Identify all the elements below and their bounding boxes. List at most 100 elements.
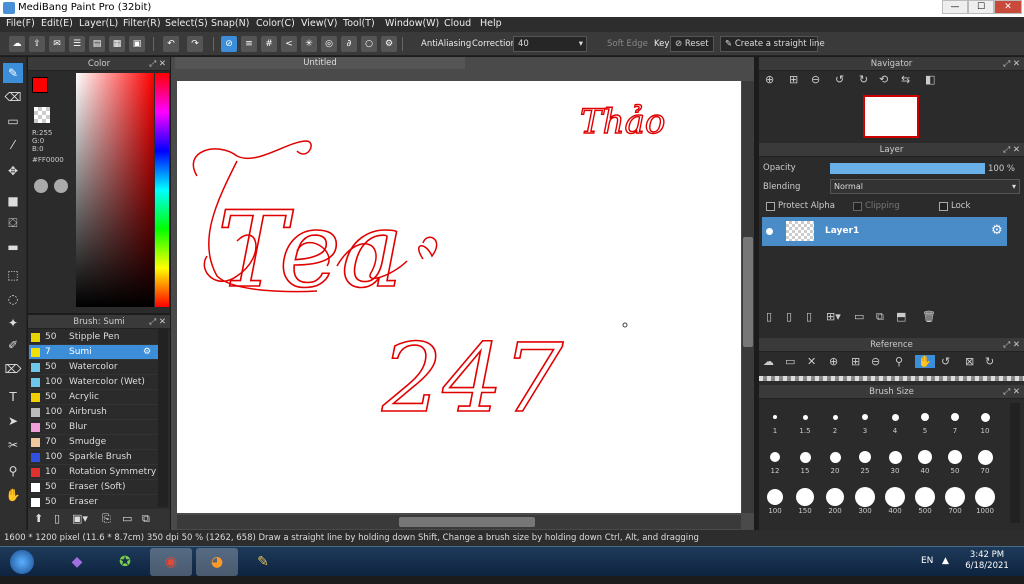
open-file-icon[interactable]: ▭ [785, 355, 795, 368]
blending-select[interactable]: Normal ▾ [830, 179, 1020, 194]
brush-item[interactable]: 100 Airbrush [29, 405, 158, 420]
copy-brush-icon[interactable]: ⎘ [102, 512, 111, 526]
brush-size-option[interactable]: 15 [791, 441, 819, 479]
operation-tool-icon[interactable]: ➤ [3, 411, 23, 431]
dot-tool-icon[interactable]: ⁄ [3, 135, 23, 155]
chrome-icon[interactable]: ◉ [150, 548, 192, 576]
foreground-color-swatch[interactable] [32, 77, 48, 93]
close-icon[interactable]: ⤢ ✕ [1003, 338, 1020, 352]
snap-settings-icon[interactable]: ⚙ [381, 36, 397, 52]
brush-size-option[interactable]: 12 [761, 441, 789, 479]
opacity-slider[interactable] [830, 163, 985, 174]
vanishing-snap-icon[interactable]: < [281, 36, 297, 52]
menu-filter[interactable]: Filter(R) [123, 18, 161, 29]
rotate-right-icon[interactable]: ↻ [859, 73, 868, 86]
flip-icon[interactable]: ⇆ [901, 73, 910, 86]
concentric-snap-icon[interactable]: ◎ [321, 36, 337, 52]
palette-icon[interactable] [34, 179, 48, 193]
clipping-checkbox[interactable] [853, 202, 862, 211]
ref-zoom-out-icon[interactable]: ⊖ [871, 355, 880, 368]
saturation-value-picker[interactable] [76, 73, 154, 307]
rectangle-tool-icon[interactable]: ▭ [3, 111, 23, 131]
rotate-left-icon[interactable]: ↺ [835, 73, 844, 86]
magic-wand-icon[interactable]: ✦ [3, 313, 23, 333]
duplicate-icon[interactable]: ⧉ [142, 512, 150, 526]
brush-item[interactable]: 7 Sumi ⚙ [29, 345, 158, 360]
brush-size-option[interactable]: 1 [761, 401, 789, 439]
cross-snap-icon[interactable]: # [261, 36, 277, 52]
vertical-scrollbar[interactable] [742, 81, 754, 513]
language-indicator[interactable]: EN [921, 556, 933, 566]
zoom-fit-icon[interactable]: ⊞ [789, 73, 798, 86]
drawing-canvas[interactable]: Thảo Tea 247 [177, 81, 741, 513]
horizontal-scrollbar[interactable] [177, 515, 741, 529]
brush-item[interactable]: 50 Stipple Pen [29, 330, 158, 345]
zoom-out-icon[interactable]: ⊖ [811, 73, 820, 86]
brush-item[interactable]: 50 Blur [29, 420, 158, 435]
brush-size-option[interactable]: 20 [821, 441, 849, 479]
brush-size-option[interactable]: 70 [971, 441, 999, 479]
brush-size-option[interactable]: 700 [941, 481, 969, 519]
close-icon[interactable]: ⤢ ✕ [1003, 57, 1020, 71]
select-eraser-icon[interactable]: ⌦ [3, 359, 23, 379]
parallel-snap-icon[interactable]: ≡ [241, 36, 257, 52]
menu-snap[interactable]: Snap(N) [211, 18, 249, 29]
curve-snap-icon[interactable]: ∂ [341, 36, 357, 52]
grid-icon[interactable]: ▣ [129, 36, 145, 52]
close-button[interactable]: ✕ [994, 0, 1022, 14]
clock[interactable]: 3:42 PM 6/18/2021 [962, 550, 1012, 572]
layer-settings-icon[interactable]: ⚙ [991, 223, 1003, 238]
hand-tool-icon[interactable]: ✋ [3, 485, 23, 505]
create-straight-line-button[interactable]: ✎ Create a straight line [720, 36, 825, 52]
tray-arrow-icon[interactable]: ▲ [942, 556, 949, 566]
menu-cloud[interactable]: Cloud [444, 18, 471, 29]
menu-layer[interactable]: Layer(L) [79, 18, 118, 29]
share-icon[interactable]: ⇪ [29, 36, 45, 52]
snap-off-icon[interactable]: ⊘ [221, 36, 237, 52]
new-layer-icon[interactable]: ▯ [766, 310, 772, 323]
brush-type-icon[interactable]: ▣▾ [72, 512, 88, 525]
brush-item[interactable]: 100 Watercolor (Wet) [29, 375, 158, 390]
brush-size-option[interactable]: 5 [911, 401, 939, 439]
duplicate-layer-icon[interactable]: ⧉ [876, 310, 884, 324]
hue-slider[interactable] [155, 73, 169, 307]
brush-item[interactable]: 50 Eraser [29, 495, 158, 507]
zoom-in-icon[interactable]: ⊕ [765, 73, 774, 86]
new-1bit-layer-icon[interactable]: ▯ [806, 310, 812, 323]
horizontal-scroll-thumb[interactable] [399, 517, 535, 527]
delete-layer-icon[interactable]: 🗑 [922, 310, 936, 323]
brush-size-option[interactable]: 1000 [971, 481, 999, 519]
menu-window[interactable]: Window(W) [385, 18, 439, 29]
select-tool-icon[interactable]: ⬚ [3, 265, 23, 285]
paint-icon[interactable]: ✎ [242, 548, 284, 576]
close-reference-icon[interactable]: ✕ [807, 355, 816, 368]
new-brush-icon[interactable]: ▯ [54, 512, 60, 525]
reference-cloud-icon[interactable]: ☁ [763, 355, 774, 368]
start-button[interactable] [2, 548, 42, 576]
close-icon[interactable]: ⤢ ✕ [149, 57, 166, 71]
brush-size-option[interactable]: 400 [881, 481, 909, 519]
brush-size-option[interactable]: 500 [911, 481, 939, 519]
reset-view-icon[interactable]: ⟲ [879, 73, 888, 86]
maximize-button[interactable]: ☐ [968, 0, 994, 14]
brush-size-option[interactable]: 7 [941, 401, 969, 439]
brush-size-option[interactable]: 200 [821, 481, 849, 519]
menu-tool[interactable]: Tool(T) [343, 18, 375, 29]
brush-size-option[interactable]: 100 [761, 481, 789, 519]
brush-tool-icon[interactable]: ✎ [3, 63, 23, 83]
brush-size-option[interactable]: 40 [911, 441, 939, 479]
brush-item[interactable]: 50 Watercolor [29, 360, 158, 375]
brush-size-option[interactable]: 4 [881, 401, 909, 439]
minimize-button[interactable]: — [942, 0, 968, 14]
add-brush-icon[interactable]: ⬆ [34, 512, 43, 525]
layer-folder-icon[interactable]: ▭ [854, 310, 864, 323]
menu-file[interactable]: File(F) [6, 18, 35, 29]
menu-edit[interactable]: Edit(E) [41, 18, 73, 29]
ref-zoom-fit-icon[interactable]: ⊞ [851, 355, 860, 368]
visibility-icon[interactable] [766, 228, 773, 235]
fill-rect-tool-icon[interactable]: ■ [3, 191, 23, 211]
chat-icon[interactable]: ✉ [49, 36, 65, 52]
palette-add-icon[interactable] [54, 179, 68, 193]
document-icon[interactable]: ▤ [89, 36, 105, 52]
brush-size-option[interactable]: 50 [941, 441, 969, 479]
